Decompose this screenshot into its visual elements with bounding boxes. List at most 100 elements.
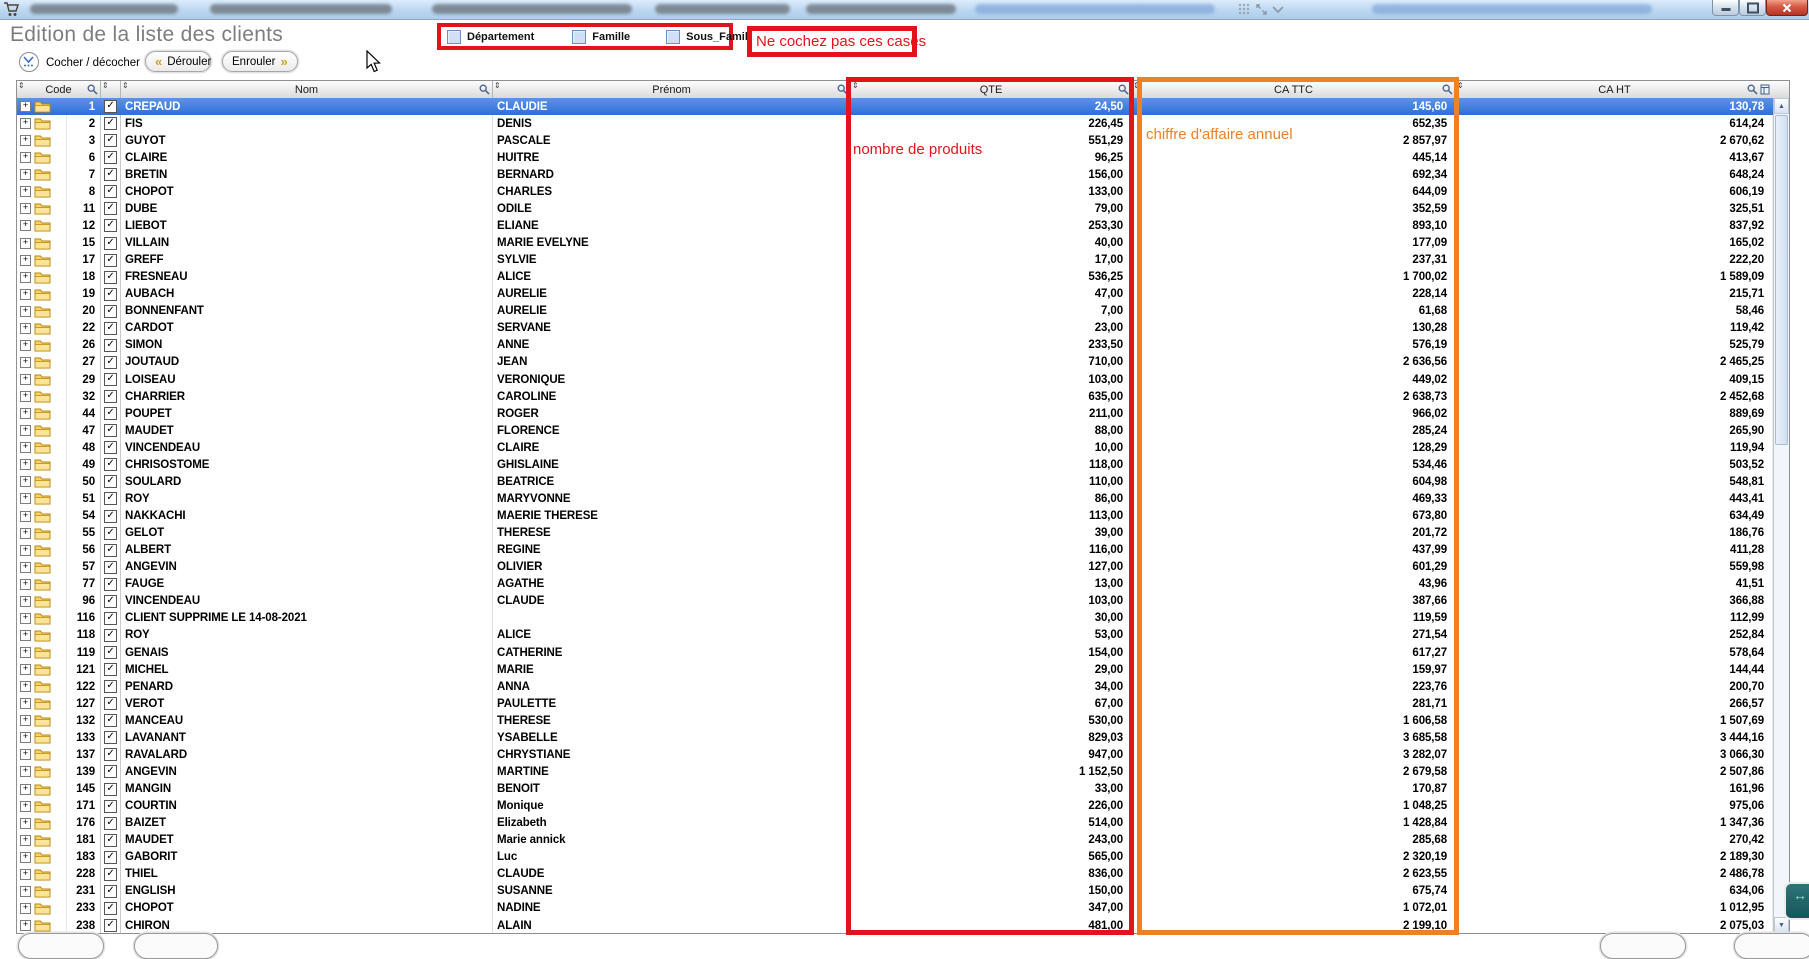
expand-plus-icon[interactable]: + bbox=[20, 903, 31, 914]
table-row[interactable]: + 3 ✓ GUYOT PASCALE 551,29 2 857,97 2 67… bbox=[17, 132, 1773, 149]
row-checkbox[interactable]: ✓ bbox=[104, 288, 117, 301]
row-checkbox[interactable]: ✓ bbox=[104, 765, 117, 778]
header-checkbox-col[interactable]: ⇕ bbox=[101, 81, 121, 98]
row-checkbox[interactable]: ✓ bbox=[104, 322, 117, 335]
departement-checkbox[interactable] bbox=[447, 30, 461, 44]
row-checkbox[interactable]: ✓ bbox=[104, 339, 117, 352]
expand-plus-icon[interactable]: + bbox=[20, 545, 31, 556]
row-checkbox[interactable]: ✓ bbox=[104, 595, 117, 608]
expand-plus-icon[interactable]: + bbox=[20, 528, 31, 539]
table-row[interactable]: + 51 ✓ ROY MARYVONNE 86,00 469,33 443,41 bbox=[17, 490, 1773, 507]
table-row[interactable]: + 122 ✓ PENARD ANNA 34,00 223,76 200,70 bbox=[17, 678, 1773, 695]
table-row[interactable]: + 133 ✓ LAVANANT YSABELLE 829,03 3 685,5… bbox=[17, 729, 1773, 746]
expand-plus-icon[interactable]: + bbox=[20, 101, 31, 112]
header-code[interactable]: ⇕ Code bbox=[17, 81, 101, 98]
row-checkbox[interactable]: ✓ bbox=[104, 100, 117, 113]
table-tool-icon[interactable] bbox=[1760, 84, 1771, 95]
table-row[interactable]: + 118 ✓ ROY ALICE 53,00 271,54 252,84 bbox=[17, 627, 1773, 644]
table-row[interactable]: + 27 ✓ JOUTAUD JEAN 710,00 2 636,56 2 46… bbox=[17, 354, 1773, 371]
expand-plus-icon[interactable]: + bbox=[20, 289, 31, 300]
deroule-button[interactable]: « Dérouler bbox=[145, 51, 211, 72]
row-checkbox[interactable]: ✓ bbox=[104, 544, 117, 557]
expand-plus-icon[interactable]: + bbox=[20, 664, 31, 675]
scroll-down-button[interactable]: ▼ bbox=[1774, 917, 1789, 933]
table-row[interactable]: + 29 ✓ LOISEAU VERONIQUE 103,00 449,02 4… bbox=[17, 371, 1773, 388]
table-row[interactable]: + 137 ✓ RAVALARD CHRYSTIANE 947,00 3 282… bbox=[17, 746, 1773, 763]
table-row[interactable]: + 48 ✓ VINCENDEAU CLAIRE 10,00 128,29 11… bbox=[17, 439, 1773, 456]
bottom-button[interactable] bbox=[18, 933, 104, 959]
header-ca-ht[interactable]: ⇕ CA HT bbox=[1456, 81, 1773, 98]
search-icon[interactable] bbox=[1118, 84, 1129, 95]
table-row[interactable]: + 50 ✓ SOULARD BEATRICE 110,00 604,98 54… bbox=[17, 473, 1773, 490]
expand-plus-icon[interactable]: + bbox=[20, 749, 31, 760]
row-checkbox[interactable]: ✓ bbox=[104, 373, 117, 386]
table-row[interactable]: + 2 ✓ FIS DENIS 226,45 652,35 614,24 bbox=[17, 115, 1773, 132]
row-checkbox[interactable]: ✓ bbox=[104, 578, 117, 591]
expand-plus-icon[interactable]: + bbox=[20, 169, 31, 180]
expand-plus-icon[interactable]: + bbox=[20, 715, 31, 726]
expand-plus-icon[interactable]: + bbox=[20, 766, 31, 777]
row-checkbox[interactable]: ✓ bbox=[104, 800, 117, 813]
table-row[interactable]: + 12 ✓ LIEBOT ELIANE 253,30 893,10 837,9… bbox=[17, 217, 1773, 234]
row-checkbox[interactable]: ✓ bbox=[104, 475, 117, 488]
expand-plus-icon[interactable]: + bbox=[20, 391, 31, 402]
expand-plus-icon[interactable]: + bbox=[20, 562, 31, 573]
row-checkbox[interactable]: ✓ bbox=[104, 680, 117, 693]
search-icon[interactable] bbox=[87, 84, 98, 95]
scrollbar-thumb[interactable] bbox=[1775, 115, 1788, 445]
expand-plus-icon[interactable]: + bbox=[20, 801, 31, 812]
row-checkbox[interactable]: ✓ bbox=[104, 407, 117, 420]
row-checkbox[interactable]: ✓ bbox=[104, 663, 117, 676]
expand-plus-icon[interactable]: + bbox=[20, 186, 31, 197]
expand-plus-icon[interactable]: + bbox=[20, 869, 31, 880]
grid-dots-icon[interactable] bbox=[1238, 3, 1251, 16]
remote-control-icon[interactable]: ↔ bbox=[1784, 882, 1809, 920]
enroule-button[interactable]: Enrouler » bbox=[222, 51, 298, 72]
bottom-button[interactable] bbox=[134, 933, 218, 959]
famille-checkbox[interactable] bbox=[572, 30, 586, 44]
expand-plus-icon[interactable]: + bbox=[20, 425, 31, 436]
expand-plus-icon[interactable]: + bbox=[20, 698, 31, 709]
scroll-up-button[interactable]: ▲ bbox=[1774, 98, 1789, 114]
expand-plus-icon[interactable]: + bbox=[20, 784, 31, 795]
table-row[interactable]: + 15 ✓ VILLAIN MARIE EVELYNE 40,00 177,0… bbox=[17, 235, 1773, 252]
row-checkbox[interactable]: ✓ bbox=[104, 748, 117, 761]
bottom-button[interactable] bbox=[1600, 933, 1686, 959]
expand-plus-icon[interactable]: + bbox=[20, 630, 31, 641]
search-icon[interactable] bbox=[479, 84, 490, 95]
sort-icon[interactable]: ⇕ bbox=[852, 82, 859, 90]
row-checkbox[interactable]: ✓ bbox=[104, 885, 117, 898]
row-checkbox[interactable]: ✓ bbox=[104, 834, 117, 847]
expand-plus-icon[interactable]: + bbox=[20, 732, 31, 743]
row-checkbox[interactable]: ✓ bbox=[104, 561, 117, 574]
row-checkbox[interactable]: ✓ bbox=[104, 117, 117, 130]
table-row[interactable]: + 22 ✓ CARDOT SERVANE 23,00 130,28 119,4… bbox=[17, 320, 1773, 337]
row-checkbox[interactable]: ✓ bbox=[104, 646, 117, 659]
table-row[interactable]: + 32 ✓ CHARRIER CAROLINE 635,00 2 638,73… bbox=[17, 388, 1773, 405]
expand-plus-icon[interactable]: + bbox=[20, 220, 31, 231]
row-checkbox[interactable]: ✓ bbox=[104, 134, 117, 147]
row-checkbox[interactable]: ✓ bbox=[104, 629, 117, 642]
expand-plus-icon[interactable]: + bbox=[20, 442, 31, 453]
table-row[interactable]: + 6 ✓ CLAIRE HUITRE 96,25 445,14 413,67 bbox=[17, 149, 1773, 166]
row-checkbox[interactable]: ✓ bbox=[104, 458, 117, 471]
expand-plus-icon[interactable]: + bbox=[20, 152, 31, 163]
resize-icon[interactable] bbox=[1255, 3, 1268, 16]
sort-icon[interactable]: ⇕ bbox=[1457, 82, 1464, 90]
expand-plus-icon[interactable]: + bbox=[20, 579, 31, 590]
table-row[interactable]: + 116 ✓ CLIENT SUPPRIME LE 14-08-2021 30… bbox=[17, 610, 1773, 627]
sort-icon[interactable]: ⇕ bbox=[494, 82, 501, 90]
row-checkbox[interactable]: ✓ bbox=[104, 612, 117, 625]
table-row[interactable]: + 20 ✓ BONNENFANT AURELIE 7,00 61,68 58,… bbox=[17, 303, 1773, 320]
expand-plus-icon[interactable]: + bbox=[20, 408, 31, 419]
expand-plus-icon[interactable]: + bbox=[20, 613, 31, 624]
expand-plus-icon[interactable]: + bbox=[20, 238, 31, 249]
row-checkbox[interactable]: ✓ bbox=[104, 817, 117, 830]
search-icon[interactable] bbox=[837, 84, 848, 95]
row-checkbox[interactable]: ✓ bbox=[104, 851, 117, 864]
expand-plus-icon[interactable]: + bbox=[20, 852, 31, 863]
table-row[interactable]: + 139 ✓ ANGEVIN MARTINE 1 152,50 2 679,5… bbox=[17, 763, 1773, 780]
filter-departement[interactable]: Département bbox=[447, 30, 534, 44]
table-row[interactable]: + 1 ✓ CREPAUD CLAUDIE 24,50 145,60 130,7… bbox=[17, 98, 1773, 115]
table-row[interactable]: + 96 ✓ VINCENDEAU CLAUDE 103,00 387,66 3… bbox=[17, 593, 1773, 610]
